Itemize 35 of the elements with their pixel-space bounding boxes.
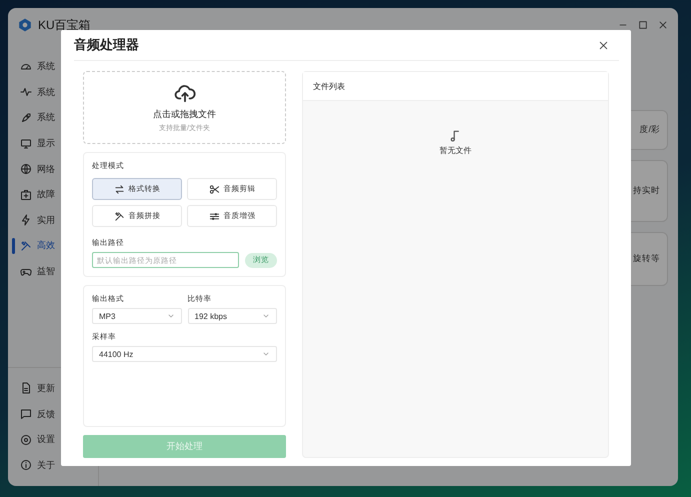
sidebar-item[interactable]: 反馈 <box>8 401 98 427</box>
globe-icon <box>20 163 32 176</box>
card-text: 度/彩 <box>640 124 660 136</box>
dropdown[interactable]: MP3 <box>92 308 182 324</box>
panel-title: 文件列表 <box>303 72 608 101</box>
app-title: KU百宝箱 <box>38 16 91 34</box>
lightning-icon <box>20 214 32 226</box>
card-text: 旋转等 <box>633 253 660 265</box>
chat-bubble-icon <box>20 408 32 420</box>
document-icon <box>20 382 32 394</box>
dialog-title: 音频处理器 <box>74 36 139 54</box>
chevron-down-icon <box>262 312 270 320</box>
chevron-down-icon <box>166 312 174 320</box>
card-text: 持实时 <box>633 185 660 197</box>
dropdown[interactable]: 192 kbps <box>188 308 277 324</box>
scissors-icon <box>208 184 220 194</box>
sidebar-item[interactable]: 更新 <box>8 376 98 402</box>
pulse-icon <box>20 86 32 98</box>
empty-message: 暂无文件 <box>440 145 472 156</box>
close-button[interactable] <box>598 40 609 50</box>
first-aid-box-icon <box>20 188 32 201</box>
close-icon <box>598 40 609 50</box>
tools-icon <box>20 240 32 252</box>
chevron-down-icon <box>262 350 270 358</box>
close-icon <box>658 20 668 30</box>
upload-title: 点击或拖拽文件 <box>153 108 216 121</box>
swap-arrows-icon <box>114 184 124 194</box>
monitor-icon <box>20 138 32 150</box>
tools-icon <box>114 210 124 222</box>
dropdown[interactable]: 44100 Hz <box>92 346 277 362</box>
cloud-upload-icon <box>174 82 196 104</box>
info-icon <box>20 459 32 472</box>
hexagon-logo-icon <box>18 18 32 32</box>
sliders-icon <box>208 210 220 222</box>
maximize-icon <box>638 20 648 30</box>
